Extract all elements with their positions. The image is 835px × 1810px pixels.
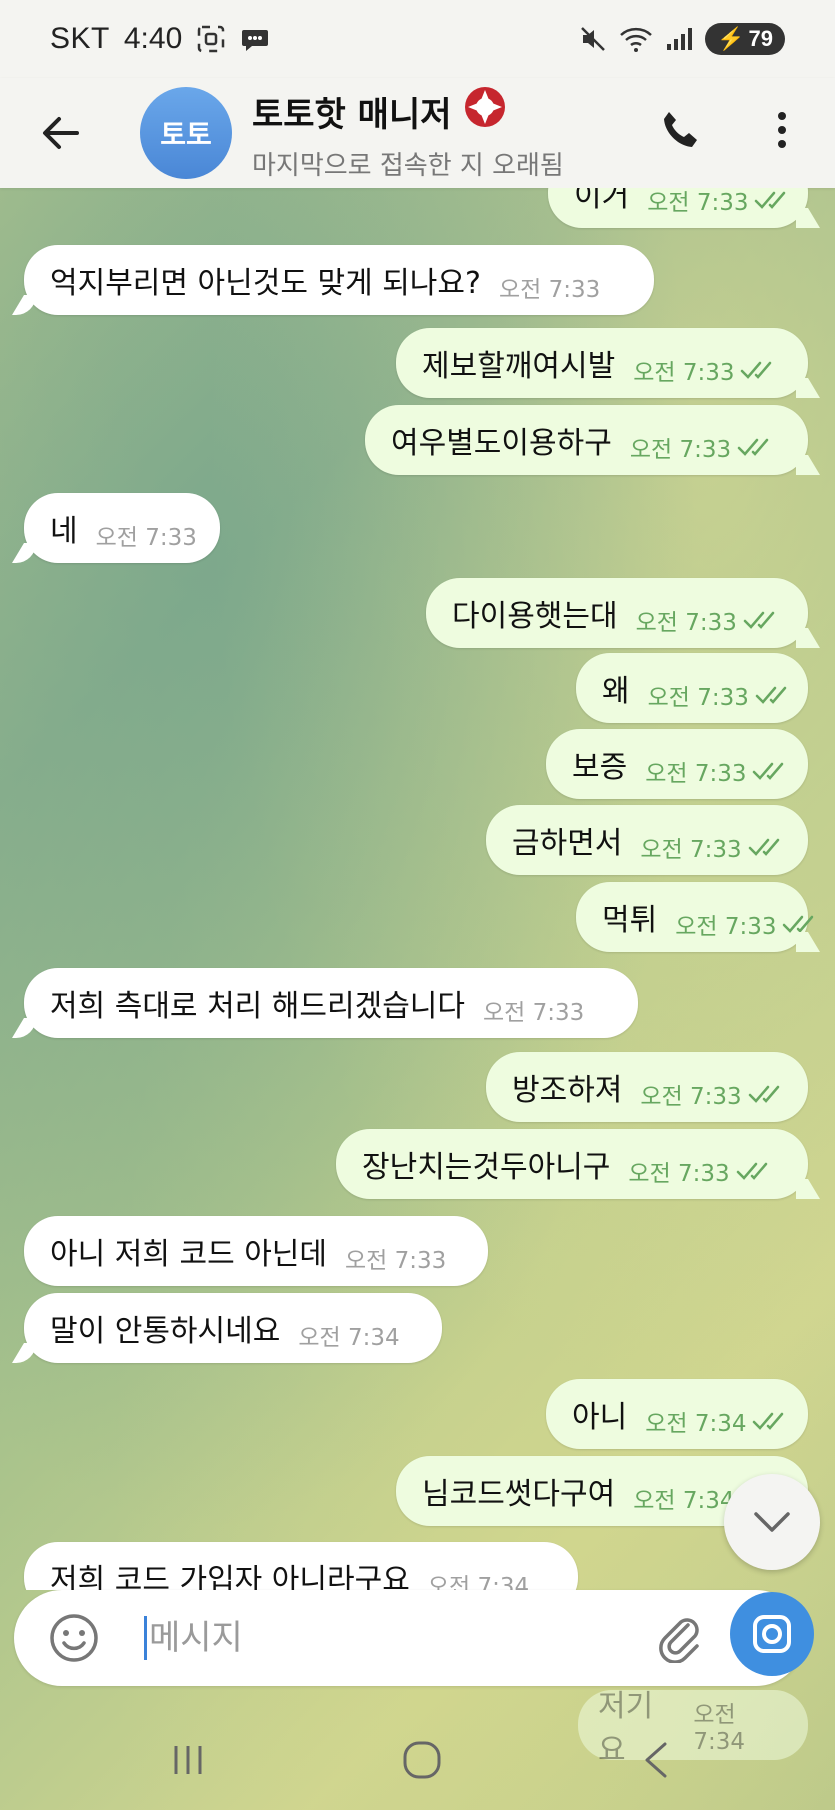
home-button[interactable] bbox=[382, 1720, 462, 1800]
message-outgoing[interactable]: 방조하져 오전 7:33 bbox=[486, 1052, 808, 1122]
camera-icon bbox=[753, 1615, 791, 1653]
camera-button[interactable] bbox=[730, 1592, 814, 1676]
wifi-icon bbox=[619, 25, 653, 53]
chat-header: 토토 토토핫 매니저 마지막으로 접속한 지 오래됨 bbox=[0, 78, 835, 188]
message-outgoing[interactable]: 보증 오전 7:33 bbox=[546, 729, 808, 799]
message-outgoing[interactable]: 여우별도이용하구 오전 7:33 bbox=[365, 405, 808, 475]
smiley-icon bbox=[50, 1614, 98, 1662]
recent-apps-button[interactable] bbox=[148, 1720, 228, 1800]
status-time: 4:40 bbox=[123, 22, 183, 55]
text-cursor bbox=[144, 1616, 147, 1660]
message-incoming[interactable]: 저희 측대로 처리 해드리겠습니다 오전 7:33 bbox=[24, 968, 638, 1038]
message-notification-icon bbox=[240, 24, 270, 54]
screenshot-icon bbox=[196, 24, 226, 54]
verified-badge-icon bbox=[462, 84, 508, 139]
double-check-icon bbox=[743, 609, 783, 631]
message-incoming[interactable]: 억지부리면 아닌것도 맞게 되나요? 오전 7:33 bbox=[24, 245, 654, 315]
message-outgoing[interactable]: 왜 오전 7:33 bbox=[576, 653, 808, 723]
message-incoming[interactable]: 네 오전 7:33 bbox=[24, 493, 220, 563]
home-icon bbox=[403, 1741, 441, 1779]
phone-icon bbox=[664, 112, 697, 147]
message-incoming[interactable]: 저희 코드 가입자 아니라구요 오전 7:34 bbox=[24, 1542, 578, 1590]
recent-apps-icon bbox=[174, 1746, 202, 1774]
more-vertical-icon bbox=[778, 112, 786, 148]
double-check-icon bbox=[748, 1083, 788, 1105]
message-list[interactable]: 이거 오전 7:33 억지부리면 아닌것도 맞게 되나요? 오전 7:33 제보… bbox=[0, 188, 835, 1590]
status-bar: SKT 4:40 ⚡ 79 bbox=[0, 0, 835, 78]
message-composer bbox=[14, 1590, 804, 1686]
back-nav-button[interactable] bbox=[616, 1720, 696, 1800]
back-arrow-icon bbox=[43, 117, 79, 149]
double-check-icon bbox=[748, 836, 788, 858]
status-carrier: SKT bbox=[50, 22, 110, 55]
last-seen-status: 마지막으로 접속한 지 오래됨 bbox=[252, 151, 564, 181]
emoji-button[interactable] bbox=[44, 1608, 104, 1668]
message-outgoing[interactable]: 제보할깨여시발 오전 7:33 bbox=[396, 328, 808, 398]
call-button[interactable] bbox=[654, 100, 706, 160]
double-check-icon bbox=[740, 359, 780, 381]
mute-icon bbox=[579, 25, 607, 53]
paperclip-icon bbox=[659, 1618, 699, 1663]
message-outgoing[interactable]: 장난치는것두아니구 오전 7:33 bbox=[336, 1129, 808, 1199]
message-outgoing[interactable]: 이거 오전 7:33 bbox=[548, 188, 808, 228]
chat-title: 토토핫 매니저 bbox=[252, 95, 452, 135]
message-incoming[interactable]: 말이 안통하시네요 오전 7:34 bbox=[24, 1293, 442, 1363]
message-outgoing[interactable]: 금하면서 오전 7:33 bbox=[486, 805, 808, 875]
battery-indicator: ⚡ 79 bbox=[705, 23, 785, 55]
message-incoming[interactable]: 아니 저희 코드 아닌데 오전 7:33 bbox=[24, 1216, 488, 1286]
message-input[interactable] bbox=[149, 1618, 649, 1658]
back-chevron-icon bbox=[645, 1742, 667, 1778]
signal-icon bbox=[665, 26, 693, 52]
chat-title-block[interactable]: 토토핫 매니저 마지막으로 접속한 지 오래됨 bbox=[252, 84, 564, 182]
back-button[interactable] bbox=[30, 102, 92, 164]
scroll-to-bottom-button[interactable] bbox=[724, 1474, 820, 1570]
double-check-icon bbox=[736, 1160, 776, 1182]
message-outgoing[interactable]: 먹튀 오전 7:33 bbox=[576, 882, 814, 952]
message-outgoing[interactable]: 다이용햇는대 오전 7:33 bbox=[426, 578, 808, 648]
battery-saver-icon: ⚡ bbox=[717, 26, 745, 51]
double-check-icon bbox=[737, 436, 777, 458]
more-options-button[interactable] bbox=[764, 100, 800, 160]
message-outgoing[interactable]: 아니 오전 7:34 bbox=[546, 1379, 808, 1449]
avatar[interactable]: 토토 bbox=[140, 87, 232, 179]
double-check-icon bbox=[754, 189, 794, 211]
system-navigation-bar bbox=[0, 1710, 835, 1810]
double-check-icon bbox=[755, 684, 795, 706]
attach-button[interactable] bbox=[650, 1608, 710, 1668]
double-check-icon bbox=[782, 913, 822, 935]
double-check-icon bbox=[752, 760, 792, 782]
double-check-icon bbox=[752, 1410, 792, 1432]
chevron-down-icon bbox=[754, 1512, 790, 1532]
